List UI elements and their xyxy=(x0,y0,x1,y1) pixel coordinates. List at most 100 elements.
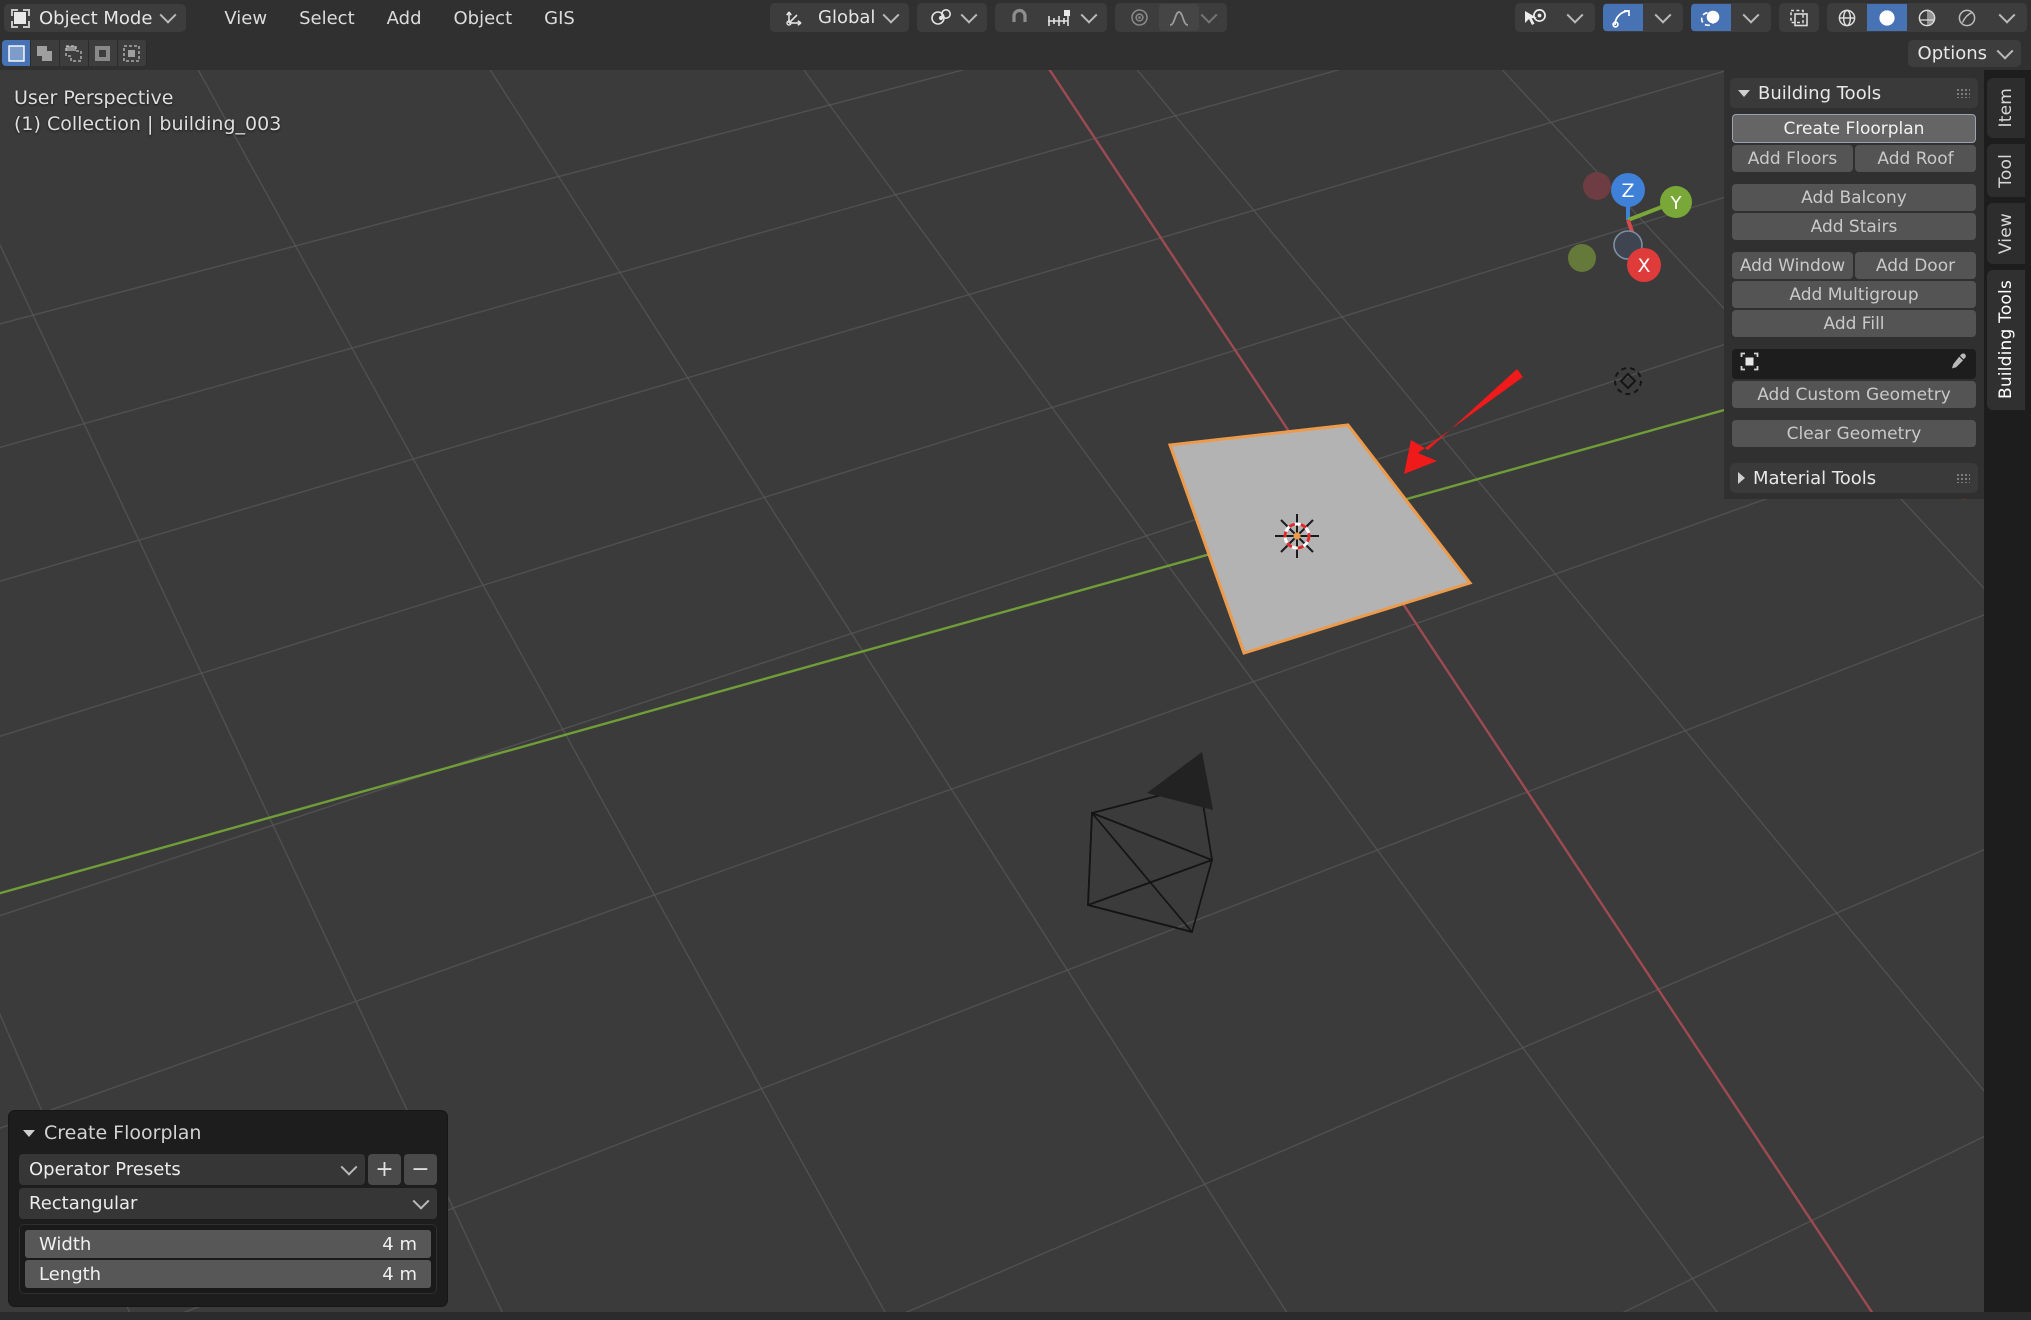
custom-geometry-object-field[interactable] xyxy=(1732,349,1976,379)
xray-toggle[interactable] xyxy=(1779,3,1819,32)
add-window-button[interactable]: Add Window xyxy=(1732,252,1853,279)
operator-presets-dropdown[interactable]: Operator Presets xyxy=(19,1154,365,1185)
magnet-icon[interactable] xyxy=(999,4,1039,31)
group-custom-geometry: Add Custom Geometry xyxy=(1732,349,1976,408)
group-clear: Clear Geometry xyxy=(1732,420,1976,447)
floorplan-type-value: Rectangular xyxy=(29,1193,138,1214)
pivot-point-selector[interactable] xyxy=(917,3,988,32)
drag-handle-icon[interactable] xyxy=(1956,88,1970,98)
eye-cursor-icon[interactable] xyxy=(1515,4,1555,31)
overlay-icon[interactable] xyxy=(1691,4,1731,31)
select-set-icon[interactable] xyxy=(2,40,31,66)
select-extend-icon[interactable] xyxy=(31,40,60,66)
transform-tools: Global xyxy=(770,3,1228,32)
sidebar-tab-item[interactable]: Item xyxy=(1987,78,2025,138)
panel-title-material-tools: Material Tools xyxy=(1753,467,1877,489)
panel-header-building-tools[interactable]: Building Tools xyxy=(1730,78,1978,108)
chevron-down-icon xyxy=(412,1192,430,1210)
panel-header-material-tools[interactable]: Material Tools xyxy=(1730,463,1978,493)
falloff-curve-icon[interactable] xyxy=(1159,4,1200,31)
svg-text:Z: Z xyxy=(1621,180,1634,202)
options-button[interactable]: Options xyxy=(1907,40,2021,67)
menu-select[interactable]: Select xyxy=(283,4,371,33)
drag-handle-icon[interactable] xyxy=(1956,473,1970,483)
viewport-display-tools xyxy=(1515,3,2027,32)
chevron-down-icon[interactable] xyxy=(1643,4,1683,31)
orientation-selector[interactable]: Global xyxy=(770,3,910,32)
chevron-down-icon[interactable] xyxy=(1200,6,1218,24)
transform-orientation-icon xyxy=(774,4,814,31)
add-preset-button[interactable]: + xyxy=(368,1154,401,1185)
viewport-header: Object Mode View Select Add Object GIS G… xyxy=(0,0,2031,36)
solid-shading-icon[interactable] xyxy=(1867,4,1907,31)
menu-object[interactable]: Object xyxy=(438,4,529,33)
sidebar-tab-tool-label: Tool xyxy=(1996,153,2016,188)
select-subtract-icon[interactable] xyxy=(60,40,89,66)
gizmo-icon[interactable] xyxy=(1603,4,1643,31)
menu-view[interactable]: View xyxy=(208,4,283,33)
add-roof-button[interactable]: Add Roof xyxy=(1855,145,1976,172)
add-fill-button[interactable]: Add Fill xyxy=(1732,310,1976,337)
snap-increment-icon[interactable] xyxy=(1039,4,1079,31)
sidebar-tab-building-tools[interactable]: Building Tools xyxy=(1987,270,2025,410)
select-invert-icon[interactable] xyxy=(89,40,118,66)
material-preview-icon[interactable] xyxy=(1907,4,1947,31)
add-stairs-button[interactable]: Add Stairs xyxy=(1732,213,1976,240)
remove-preset-button[interactable]: − xyxy=(404,1154,437,1185)
floorplan-properties: Width 4 m Length 4 m xyxy=(19,1224,437,1294)
select-intersect-icon[interactable] xyxy=(118,40,147,66)
sidebar-tab-column: Item Tool View Building Tools xyxy=(1984,70,2031,1320)
add-floors-button[interactable]: Add Floors xyxy=(1732,145,1853,172)
orientation-label: Global xyxy=(818,7,876,28)
chevron-down-icon xyxy=(340,1158,358,1176)
chevron-down-icon xyxy=(882,6,900,24)
eyedropper-icon[interactable] xyxy=(1949,352,1968,376)
collection-label: (1) Collection | building_003 xyxy=(14,112,282,135)
chevron-down-icon[interactable] xyxy=(1987,4,2027,31)
rendered-shading-icon[interactable] xyxy=(1947,4,1987,31)
svg-text:X: X xyxy=(1637,255,1650,277)
status-bar xyxy=(0,1312,2031,1320)
width-label: Width xyxy=(39,1233,92,1255)
window-door-row: Add Window Add Door xyxy=(1732,252,1976,279)
chevron-right-icon xyxy=(1738,472,1745,484)
chevron-down-icon[interactable] xyxy=(1731,4,1771,31)
sidebar-tab-tool[interactable]: Tool xyxy=(1987,143,2025,198)
proportional-edit-icon[interactable] xyxy=(1119,4,1159,31)
chevron-down-icon xyxy=(23,1129,35,1137)
create-floorplan-button[interactable]: Create Floorplan xyxy=(1732,114,1976,143)
menu-gis[interactable]: GIS xyxy=(528,4,591,33)
length-field[interactable]: Length 4 m xyxy=(25,1260,431,1288)
mode-selector[interactable]: Object Mode xyxy=(4,4,187,32)
gizmo-selector[interactable] xyxy=(1603,3,1683,32)
add-multigroup-button[interactable]: Add Multigroup xyxy=(1732,281,1976,308)
chevron-down-icon[interactable] xyxy=(1080,6,1098,24)
width-field[interactable]: Width 4 m xyxy=(25,1230,431,1258)
clear-geometry-button[interactable]: Clear Geometry xyxy=(1732,420,1976,447)
object-select-icon xyxy=(1740,352,1759,376)
add-custom-geometry-button[interactable]: Add Custom Geometry xyxy=(1732,381,1976,408)
operator-redo-panel: Create Floorplan Operator Presets + − Re… xyxy=(9,1111,447,1306)
pivot-point-icon xyxy=(921,4,961,31)
shading-mode-selector[interactable] xyxy=(1827,3,2027,32)
floorplan-type-dropdown[interactable]: Rectangular xyxy=(19,1188,437,1219)
panel-title-building-tools: Building Tools xyxy=(1758,82,1882,104)
length-label: Length xyxy=(39,1263,102,1285)
object-mode-icon xyxy=(11,8,30,28)
overlays-selector[interactable] xyxy=(1691,3,1771,32)
3d-cursor xyxy=(1275,514,1319,558)
sidebar-tab-building-tools-label: Building Tools xyxy=(1996,280,2016,400)
menu-add[interactable]: Add xyxy=(371,4,438,33)
sidebar-tab-view[interactable]: View xyxy=(1987,203,2025,265)
operator-panel-title: Create Floorplan xyxy=(44,1122,202,1144)
add-door-button[interactable]: Add Door xyxy=(1855,252,1976,279)
tool-settings-row: Options xyxy=(0,36,2031,70)
wireframe-shading-icon[interactable] xyxy=(1827,4,1867,31)
chevron-down-icon[interactable] xyxy=(1555,4,1595,31)
chevron-down-icon xyxy=(960,6,978,24)
visibility-selector[interactable] xyxy=(1515,3,1595,32)
xray-icon[interactable] xyxy=(1779,4,1819,31)
add-balcony-button[interactable]: Add Balcony xyxy=(1732,184,1976,211)
perspective-label: User Perspective xyxy=(14,87,174,109)
operator-panel-header[interactable]: Create Floorplan xyxy=(19,1119,437,1154)
